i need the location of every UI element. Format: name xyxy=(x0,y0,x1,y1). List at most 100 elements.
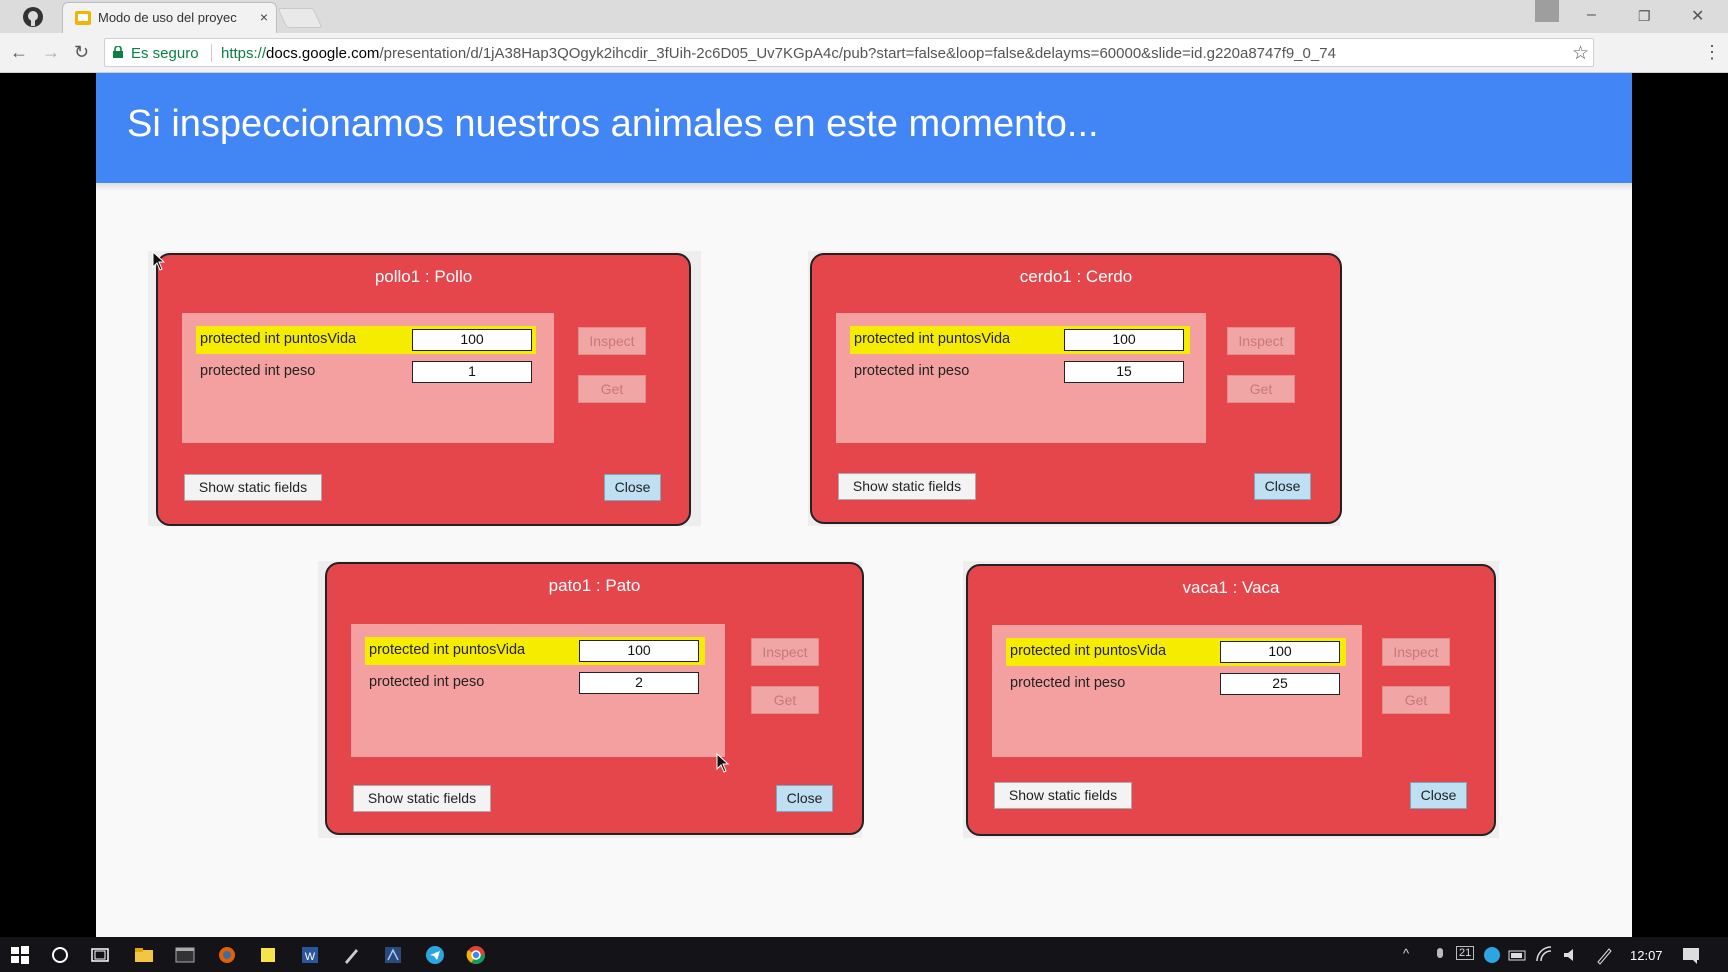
telegram-icon[interactable] xyxy=(425,945,445,965)
profile-icon[interactable] xyxy=(1535,0,1559,22)
url-text[interactable]: https://docs.google.com/presentation/d/1… xyxy=(221,45,1336,62)
get-button[interactable]: Get xyxy=(1382,686,1450,714)
header-shadow xyxy=(96,183,1632,191)
browser-toolbar: ← → ↻ Es seguro https://docs.google.com/… xyxy=(0,33,1728,73)
microphone-icon[interactable] xyxy=(1430,945,1450,965)
field-row[interactable]: protected int peso 2 xyxy=(365,669,705,697)
browser-tab-active[interactable]: Modo de uso del proyec × xyxy=(62,2,277,33)
word-icon[interactable]: W xyxy=(300,945,320,965)
field-label: protected int puntosVida xyxy=(200,331,357,347)
inspector-title: pollo1 : Pollo xyxy=(374,267,473,286)
inspector-title: vaca1 : Vaca xyxy=(1182,578,1280,597)
svg-text:W: W xyxy=(305,951,316,963)
address-divider xyxy=(211,44,212,62)
wifi-icon[interactable] xyxy=(1535,945,1555,965)
field-row[interactable]: protected int puntosVida 100 xyxy=(196,326,536,354)
field-label: protected int peso xyxy=(854,363,970,379)
minimize-icon[interactable]: – xyxy=(1587,6,1596,24)
restore-icon[interactable]: ❐ xyxy=(1638,8,1651,25)
window-close-icon[interactable]: ✕ xyxy=(1691,6,1704,26)
get-button[interactable]: Get xyxy=(751,686,819,714)
presentation-slide: Si inspeccionamos nuestros animales en e… xyxy=(96,73,1632,937)
close-button[interactable]: Close xyxy=(1254,473,1311,500)
pen-workspace-icon[interactable] xyxy=(1595,945,1615,965)
field-value: 25 xyxy=(1220,673,1340,695)
field-label: protected int puntosVida xyxy=(369,642,526,658)
field-row[interactable]: protected int puntosVida 100 xyxy=(1006,638,1346,666)
inspect-button[interactable]: Inspect xyxy=(578,327,646,355)
inspect-button[interactable]: Inspect xyxy=(751,638,819,666)
address-bar[interactable]: Es seguro https://docs.google.com/presen… xyxy=(104,38,1594,67)
show-static-fields-button[interactable]: Show static fields xyxy=(994,782,1132,809)
app-icon[interactable] xyxy=(383,945,403,965)
inspector-title: pato1 : Pato xyxy=(548,576,641,595)
show-static-fields-button[interactable]: Show static fields xyxy=(838,473,976,500)
task-view-icon[interactable] xyxy=(90,945,110,965)
inspect-button[interactable]: Inspect xyxy=(1382,638,1450,666)
inspect-button[interactable]: Inspect xyxy=(1227,327,1295,355)
url-scheme: https:// xyxy=(221,45,267,62)
fields-panel: protected int puntosVida 100 protected i… xyxy=(992,625,1362,757)
cortana-icon[interactable] xyxy=(50,945,70,965)
notifications-icon[interactable] xyxy=(1681,945,1701,965)
url-host: docs.google.com xyxy=(266,45,380,62)
field-label: protected int puntosVida xyxy=(854,331,1011,347)
close-button[interactable]: Close xyxy=(1410,782,1467,809)
field-value: 100 xyxy=(1220,641,1340,663)
object-inspector-cerdo: cerdo1 : Cerdo protected int puntosVida … xyxy=(810,253,1342,524)
inspector-title: cerdo1 : Cerdo xyxy=(1019,267,1133,286)
field-value: 1 xyxy=(412,361,532,383)
url-path: /presentation/d/1jA38Hap3QOgyk2ihcdir_3f… xyxy=(379,45,1336,62)
slide-header: Si inspeccionamos nuestros animales en e… xyxy=(96,73,1632,183)
bookmark-star-icon[interactable]: ☆ xyxy=(1572,42,1589,65)
field-label: protected int peso xyxy=(1010,675,1126,691)
field-row[interactable]: protected int peso 25 xyxy=(1006,670,1346,698)
tray-badge[interactable]: 21 xyxy=(1456,946,1475,960)
battery-icon[interactable] xyxy=(1508,945,1528,965)
windows-start-icon[interactable] xyxy=(10,945,30,965)
pen-icon[interactable] xyxy=(342,945,362,965)
firefox-icon[interactable] xyxy=(217,945,237,965)
show-static-fields-button[interactable]: Show static fields xyxy=(353,785,491,812)
show-static-fields-button[interactable]: Show static fields xyxy=(184,474,322,501)
back-icon[interactable]: ← xyxy=(10,42,28,63)
object-inspector-pollo: pollo1 : Pollo protected int puntosVida … xyxy=(156,253,691,526)
windows-taskbar: W ^ 21 12:07 xyxy=(0,937,1728,972)
terminal-icon[interactable] xyxy=(175,945,195,965)
lock-icon xyxy=(113,46,123,58)
fields-panel: protected int puntosVida 100 protected i… xyxy=(836,313,1206,443)
field-label: protected int puntosVida xyxy=(1010,643,1167,659)
sticky-notes-icon[interactable] xyxy=(258,945,278,965)
close-button[interactable]: Close xyxy=(604,474,661,501)
get-button[interactable]: Get xyxy=(578,375,646,403)
mouse-cursor-icon xyxy=(716,753,730,773)
browser-menu-icon[interactable]: ⋮ xyxy=(1703,42,1721,63)
field-row[interactable]: protected int puntosVida 100 xyxy=(365,637,705,665)
field-label: protected int peso xyxy=(369,674,485,690)
tray-chevron-icon[interactable]: ^ xyxy=(1403,946,1409,961)
taskbar-clock[interactable]: 12:07 xyxy=(1630,948,1663,963)
reload-icon[interactable]: ↻ xyxy=(74,42,89,63)
file-explorer-icon[interactable] xyxy=(134,945,154,965)
close-button[interactable]: Close xyxy=(776,785,833,812)
tab-title: Modo de uso del proyec xyxy=(98,10,237,25)
secure-label: Es seguro xyxy=(131,45,199,62)
fields-panel: protected int puntosVida 100 protected i… xyxy=(351,624,725,757)
github-icon[interactable] xyxy=(22,6,44,28)
telegram-tray-icon[interactable] xyxy=(1482,945,1502,965)
field-row[interactable]: protected int peso 15 xyxy=(850,358,1190,386)
slide-title: Si inspeccionamos nuestros animales en e… xyxy=(127,103,1099,145)
field-row[interactable]: protected int peso 1 xyxy=(196,358,536,386)
get-button[interactable]: Get xyxy=(1227,375,1295,403)
mouse-cursor-icon xyxy=(152,251,166,271)
fields-panel: protected int puntosVida 100 protected i… xyxy=(182,313,554,443)
new-tab-button[interactable] xyxy=(277,8,323,28)
tab-close-icon[interactable]: × xyxy=(260,9,268,25)
chrome-icon[interactable] xyxy=(466,945,486,965)
field-value: 100 xyxy=(579,640,699,662)
field-label: protected int peso xyxy=(200,363,316,379)
field-row[interactable]: protected int puntosVida 100 xyxy=(850,326,1190,354)
forward-icon[interactable]: → xyxy=(42,42,60,63)
object-inspector-pato: pato1 : Pato protected int puntosVida 10… xyxy=(325,562,864,835)
volume-icon[interactable] xyxy=(1562,945,1582,965)
